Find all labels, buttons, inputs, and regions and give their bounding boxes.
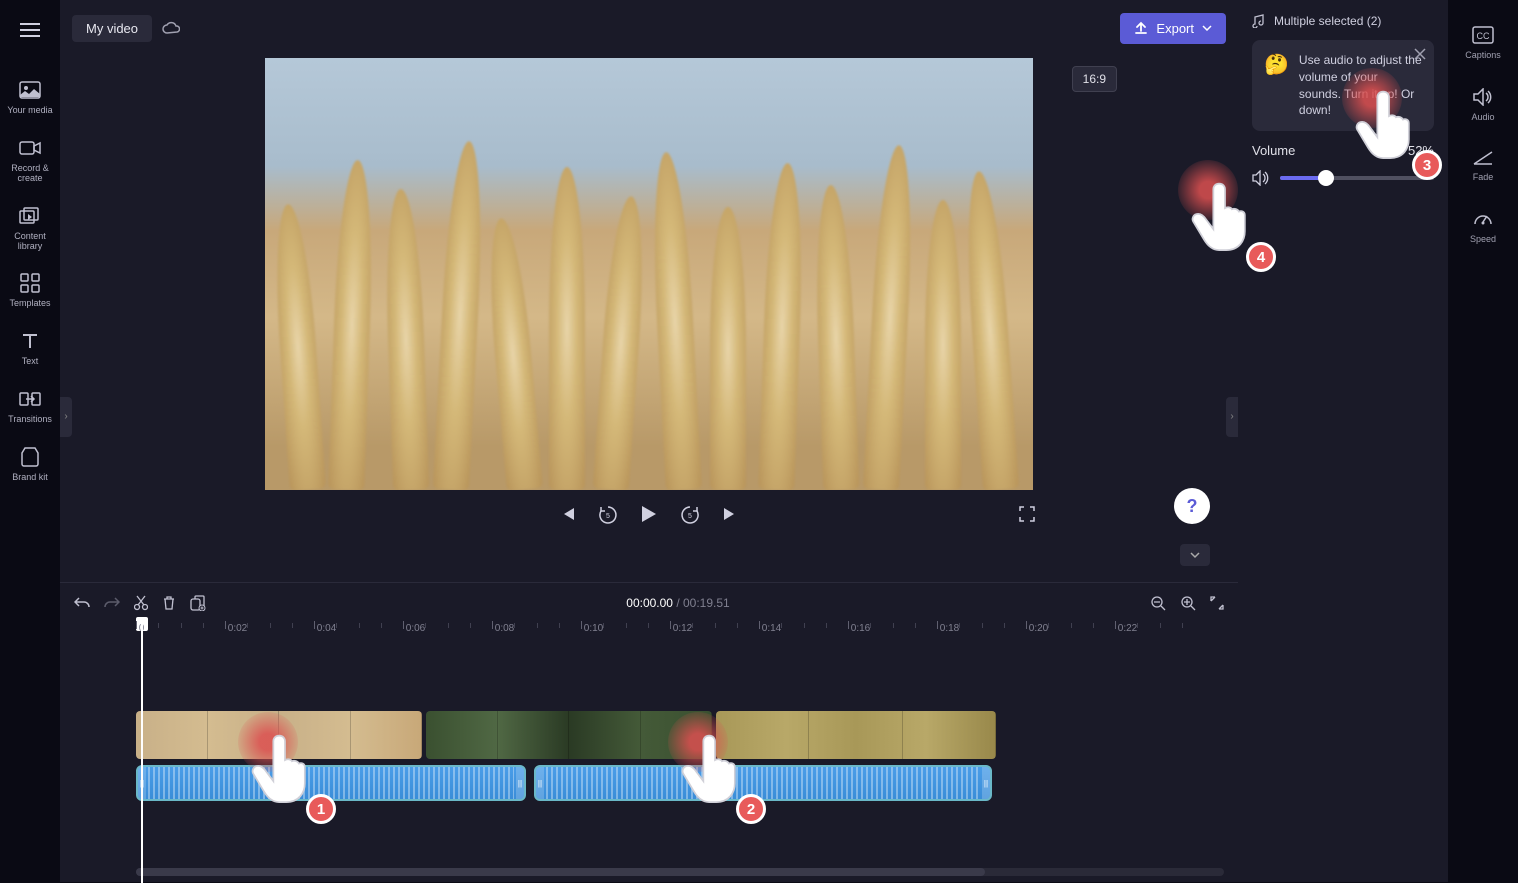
zoom-out-button[interactable]: [1150, 595, 1166, 611]
rs-label: Captions: [1465, 50, 1501, 60]
timeline: 00:00.00 / 00:19.51 0 0:02 0:04 0:06 0:0…: [60, 582, 1238, 882]
rs-label: Fade: [1473, 172, 1494, 182]
split-button[interactable]: [134, 595, 148, 611]
cloud-sync-icon[interactable]: [162, 21, 180, 35]
video-preview[interactable]: [265, 58, 1033, 490]
duplicate-button[interactable]: [190, 595, 206, 611]
timeline-ruler[interactable]: 0 0:02 0:04 0:06 0:08 0:10 0:12 0:14 0:1…: [60, 623, 1238, 651]
nav-label: Content library: [4, 232, 56, 252]
panel-header-text: Multiple selected (2): [1274, 14, 1381, 28]
media-icon: [18, 78, 42, 102]
svg-text:5: 5: [606, 513, 610, 520]
properties-panel: Multiple selected (2) 🤔 Use audio to adj…: [1238, 0, 1448, 882]
library-icon: [18, 204, 42, 228]
svg-text:5: 5: [688, 513, 692, 520]
svg-text:CC: CC: [1477, 31, 1490, 41]
audio-icon: [1473, 88, 1493, 106]
video-track: [136, 711, 996, 759]
timeline-tracks[interactable]: |||| ||||: [60, 651, 1238, 882]
nav-label: Brand kit: [12, 473, 48, 483]
top-bar: My video Export: [60, 0, 1238, 56]
export-label: Export: [1156, 21, 1194, 36]
templates-icon: [18, 271, 42, 295]
text-icon: [18, 329, 42, 353]
nav-label: Templates: [9, 299, 50, 309]
brand-kit-icon: [18, 445, 42, 469]
volume-value: 52%: [1408, 143, 1434, 158]
fade-icon: [1473, 150, 1493, 166]
timeline-toolbar: 00:00.00 / 00:19.51: [60, 583, 1238, 623]
undo-button[interactable]: [74, 596, 90, 610]
tip-card: 🤔 Use audio to adjust the volume of your…: [1252, 40, 1434, 131]
nav-brand-kit[interactable]: Brand kit: [2, 435, 58, 493]
nav-your-media[interactable]: Your media: [2, 68, 58, 126]
speaker-icon[interactable]: [1252, 170, 1270, 186]
record-icon: [18, 136, 42, 160]
rs-label: Audio: [1471, 112, 1494, 122]
project-title[interactable]: My video: [72, 15, 152, 42]
rs-audio[interactable]: Audio: [1453, 76, 1513, 134]
redo-button[interactable]: [104, 596, 120, 610]
nav-text[interactable]: Text: [2, 319, 58, 377]
forward-5-button[interactable]: 5: [680, 504, 700, 524]
volume-row: Volume 52%: [1252, 143, 1434, 158]
nav-transitions[interactable]: Transitions: [2, 377, 58, 435]
skip-forward-button[interactable]: [722, 506, 740, 522]
speed-icon: [1473, 210, 1493, 228]
audio-clip[interactable]: ||||: [136, 765, 526, 801]
timeline-scrollbar[interactable]: [136, 868, 1224, 876]
collapse-panel-button[interactable]: [1180, 544, 1210, 566]
main-area: › › My video Export: [60, 0, 1238, 882]
rewind-5-button[interactable]: 5: [598, 504, 618, 524]
current-time: 00:00.00: [626, 596, 673, 610]
video-clip[interactable]: [716, 711, 996, 759]
volume-label: Volume: [1252, 143, 1295, 158]
rs-label: Speed: [1470, 234, 1496, 244]
help-button[interactable]: ?: [1174, 488, 1210, 524]
zoom-in-button[interactable]: [1180, 595, 1196, 611]
timeline-time: 00:00.00 / 00:19.51: [220, 596, 1136, 610]
tip-emoji-icon: 🤔: [1264, 52, 1289, 119]
upload-icon: [1134, 21, 1148, 35]
hamburger-menu[interactable]: [12, 12, 48, 48]
panel-header: Multiple selected (2): [1252, 14, 1434, 28]
nav-templates[interactable]: Templates: [2, 261, 58, 319]
nav-label: Text: [22, 357, 39, 367]
export-button[interactable]: Export: [1120, 13, 1226, 44]
skip-back-button[interactable]: [558, 506, 576, 522]
fit-zoom-button[interactable]: [1210, 595, 1224, 611]
tip-close-button[interactable]: [1414, 48, 1426, 60]
audio-clip[interactable]: ||||: [534, 765, 992, 801]
playback-controls: 5 5: [265, 490, 1033, 538]
play-button[interactable]: [640, 504, 658, 524]
volume-slider[interactable]: [1280, 176, 1434, 180]
chevron-down-icon: [1202, 25, 1212, 31]
rs-captions[interactable]: CC Captions: [1453, 14, 1513, 72]
rs-speed[interactable]: Speed: [1453, 198, 1513, 256]
nav-label: Transitions: [8, 415, 52, 425]
aspect-ratio-badge[interactable]: 16:9: [1072, 66, 1117, 92]
music-note-icon: [1252, 14, 1266, 28]
delete-button[interactable]: [162, 595, 176, 611]
nav-label: Record & create: [4, 164, 56, 184]
left-sidebar: Your media Record & create Content libra…: [0, 0, 60, 882]
rs-fade[interactable]: Fade: [1453, 138, 1513, 194]
tip-text: Use audio to adjust the volume of your s…: [1299, 52, 1422, 119]
fullscreen-button[interactable]: [1019, 506, 1035, 522]
volume-slider-row: [1252, 170, 1434, 186]
audio-track: |||| ||||: [136, 765, 992, 801]
nav-content-library[interactable]: Content library: [2, 194, 58, 262]
nav-label: Your media: [7, 106, 52, 116]
video-clip[interactable]: [426, 711, 712, 759]
nav-record-create[interactable]: Record & create: [2, 126, 58, 194]
right-sidebar: CC Captions Audio Fade Speed: [1448, 0, 1518, 882]
preview-area: 16:9 5 5 ?: [60, 56, 1238, 582]
video-clip[interactable]: [136, 711, 422, 759]
total-time: 00:19.51: [683, 596, 730, 610]
captions-icon: CC: [1472, 26, 1494, 44]
transitions-icon: [18, 387, 42, 411]
